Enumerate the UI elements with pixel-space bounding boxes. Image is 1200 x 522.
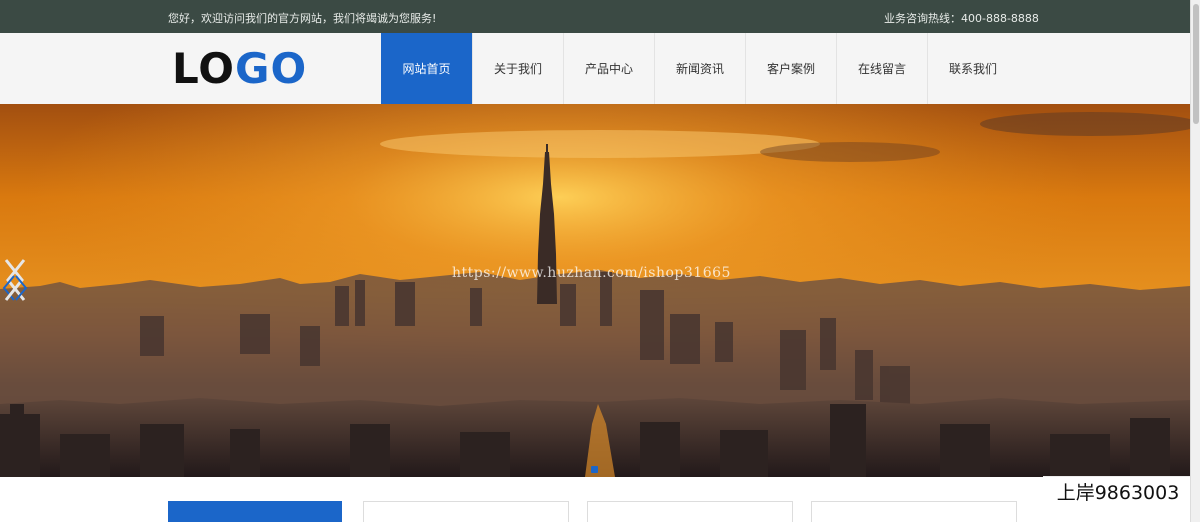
nav-item-message[interactable]: 在线留言: [836, 33, 927, 104]
hotline-text: 业务咨询热线：400-888-8888: [884, 12, 1039, 25]
nav-item-home[interactable]: 网站首页: [381, 33, 472, 104]
top-bar: 您好，欢迎访问我们的官方网站，我们将竭诚为您服务! 业务咨询热线：400-888…: [0, 0, 1190, 33]
site-header: LOGO 网站首页 关于我们 产品中心 新闻资讯 客户案例 在线留言 联系我们: [0, 33, 1190, 104]
page-scrollbar[interactable]: [1190, 0, 1200, 522]
slide-indicator-dot[interactable]: [591, 466, 598, 473]
site-logo[interactable]: LOGO: [172, 48, 307, 90]
nav-item-about[interactable]: 关于我们: [472, 33, 563, 104]
feature-card-1[interactable]: [168, 501, 342, 522]
logo-text-part2: GO: [234, 44, 308, 93]
banner-image: [0, 104, 1190, 477]
watermark-id: 上岸9863003: [1043, 476, 1193, 506]
nav-item-news[interactable]: 新闻资讯: [654, 33, 745, 104]
main-nav: 网站首页 关于我们 产品中心 新闻资讯 客户案例 在线留言 联系我们: [381, 33, 1018, 104]
nav-item-products[interactable]: 产品中心: [563, 33, 654, 104]
nav-item-cases[interactable]: 客户案例: [745, 33, 836, 104]
nav-item-contact[interactable]: 联系我们: [927, 33, 1018, 104]
scrollbar-thumb[interactable]: [1193, 4, 1199, 124]
hero-banner: [0, 104, 1190, 477]
watermark-url: https://www.huzhan.com/ishop31665: [452, 265, 731, 281]
feature-card-4[interactable]: [811, 501, 1017, 522]
feature-card-3[interactable]: [587, 501, 793, 522]
feature-card-2[interactable]: [363, 501, 569, 522]
welcome-text: 您好，欢迎访问我们的官方网站，我们将竭诚为您服务!: [168, 12, 437, 25]
next-slide-arrow[interactable]: [0, 256, 30, 306]
logo-text-part1: LO: [172, 44, 235, 93]
